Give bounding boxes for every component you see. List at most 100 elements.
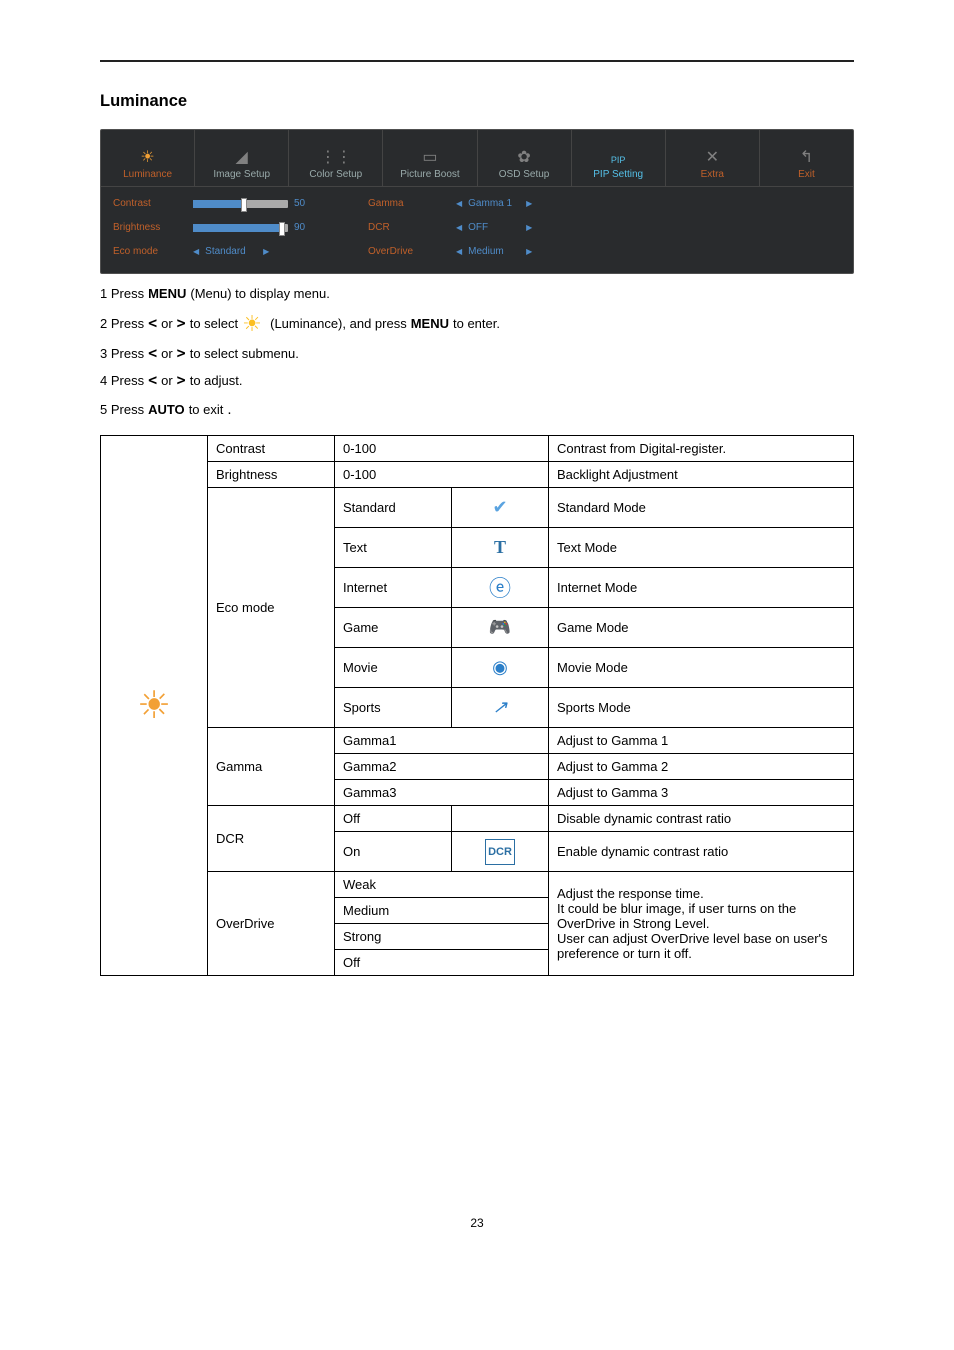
right-chevron-icon: > [177,346,186,361]
exit-icon: ↰ [800,150,813,166]
gear-icon: ✿ [517,150,530,166]
option-desc: Game Mode [549,608,854,648]
table-row: ☀ Contrast 0-100 Contrast from Digital-r… [101,436,854,462]
param-name: Brightness [208,462,335,488]
page-number: 23 [100,1216,854,1230]
left-icon: ◀ [456,197,462,211]
osd-tab-image-setup[interactable]: ◢ Image Setup [195,130,289,186]
option-name: Standard [335,488,452,528]
osd-tab-luminance[interactable]: ☀ Luminance [101,130,195,186]
text-mode-icon: T [488,537,512,559]
option-name: Off [335,806,452,832]
dcr-icon: DCR [485,839,515,865]
right-icon: ▶ [263,245,269,259]
movie-mode-icon: ◉ [488,657,512,679]
osd-slider-brightness[interactable]: 90 [193,221,368,235]
option-name: Off [335,950,549,976]
param-range: 0-100 [335,436,549,462]
option-desc: Internet Mode [549,568,854,608]
tab-label: PIP Setting [593,169,643,180]
osd-tab-picture-boost[interactable]: ▭ Picture Boost [383,130,477,186]
osd-panel: ☀ Luminance ◢ Image Setup ⋮⋮ Color Setup… [100,129,854,274]
osd-label-dcr: DCR [368,221,448,235]
left-chevron-icon: < [148,346,157,361]
option-desc: Adjust to Gamma 2 [549,754,854,780]
option-desc: Sports Mode [549,688,854,728]
option-name: Medium [335,898,549,924]
left-icon: ◀ [456,245,462,259]
instruction-4: 4 Press < or > to adjust. [100,371,854,391]
option-name: Movie [335,648,452,688]
image-icon: ◢ [236,150,248,166]
instruction-1: 1 Press MENU (Menu) to display menu. [100,284,854,304]
right-chevron-icon: > [177,373,186,388]
instruction-list: 1 Press MENU (Menu) to display menu. 2 P… [100,284,854,421]
tab-label: OSD Setup [499,169,550,180]
option-desc: Text Mode [549,528,854,568]
option-desc: Adjust the response time. It could be bl… [549,872,854,976]
tab-label: Exit [798,169,815,180]
instruction-3: 3 Press < or > to select submenu. [100,344,854,364]
divider [100,60,854,62]
option-desc: Movie Mode [549,648,854,688]
osd-slider-contrast[interactable]: 50 [193,197,368,211]
osd-tabs: ☀ Luminance ◢ Image Setup ⋮⋮ Color Setup… [101,130,853,187]
osd-tab-osd-setup[interactable]: ✿ OSD Setup [478,130,572,186]
color-icon: ⋮⋮ [320,150,352,166]
option-desc: Disable dynamic contrast ratio [549,806,854,832]
tool-icon: ✕ [706,150,719,166]
option-name: Sports [335,688,452,728]
option-name: Weak [335,872,549,898]
table-row: Eco mode Standard ✔ Standard Mode [101,488,854,528]
sun-icon: ☀ [140,150,154,166]
osd-label-eco: Eco mode [113,245,193,259]
osd-select-gamma[interactable]: ◀ Gamma 1 ▶ [456,197,841,211]
check-icon: ✔ [488,497,512,519]
value: Standard [205,245,257,259]
osd-label-brightness: Brightness [113,221,193,235]
reference-table: ☀ Contrast 0-100 Contrast from Digital-r… [100,435,854,976]
section-title: Luminance [100,92,854,111]
osd-select-eco[interactable]: ◀ Standard ▶ [193,245,368,259]
internet-mode-icon: ⓔ [488,576,512,598]
osd-select-overdrive[interactable]: ◀ Medium ▶ [456,245,841,259]
option-name: Text [335,528,452,568]
osd-label-gamma: Gamma [368,197,448,211]
tab-label: Color Setup [309,169,362,180]
right-icon: ▶ [526,197,532,211]
tab-label: Extra [701,169,724,180]
right-icon: ▶ [526,245,532,259]
param-name: OverDrive [208,872,335,976]
osd-tab-pip[interactable]: PIP PIP Setting [572,130,666,186]
table-row: DCR Off Disable dynamic contrast ratio [101,806,854,832]
param-name: Gamma [208,728,335,806]
option-desc: Enable dynamic contrast ratio [549,832,854,872]
osd-tab-extra[interactable]: ✕ Extra [666,130,760,186]
game-mode-icon: 🎮 [488,617,512,639]
table-row: Gamma Gamma1 Adjust to Gamma 1 [101,728,854,754]
option-desc: Adjust to Gamma 1 [549,728,854,754]
param-name: DCR [208,806,335,872]
tab-label: Luminance [123,169,172,180]
option-name: On [335,832,452,872]
tab-label: Picture Boost [400,169,459,180]
osd-label-contrast: Contrast [113,197,193,211]
value: 50 [294,197,314,211]
param-name: Eco mode [208,488,335,728]
table-row: OverDrive Weak Adjust the response time.… [101,872,854,898]
param-name: Contrast [208,436,335,462]
sun-icon: ☀ [137,685,171,727]
param-desc: Backlight Adjustment [549,462,854,488]
param-range: 0-100 [335,462,549,488]
value: Medium [468,245,520,259]
instruction-2: 2 Press < or > to select ☀ (Luminance), … [100,312,854,336]
option-name: Gamma1 [335,728,549,754]
option-name: Gamma3 [335,780,549,806]
left-chevron-icon: < [148,373,157,388]
table-row: Brightness 0-100 Backlight Adjustment [101,462,854,488]
osd-select-dcr[interactable]: ◀ OFF ▶ [456,221,841,235]
option-name: Internet [335,568,452,608]
osd-tab-color-setup[interactable]: ⋮⋮ Color Setup [289,130,383,186]
osd-tab-exit[interactable]: ↰ Exit [760,130,853,186]
right-icon: ▶ [526,221,532,235]
